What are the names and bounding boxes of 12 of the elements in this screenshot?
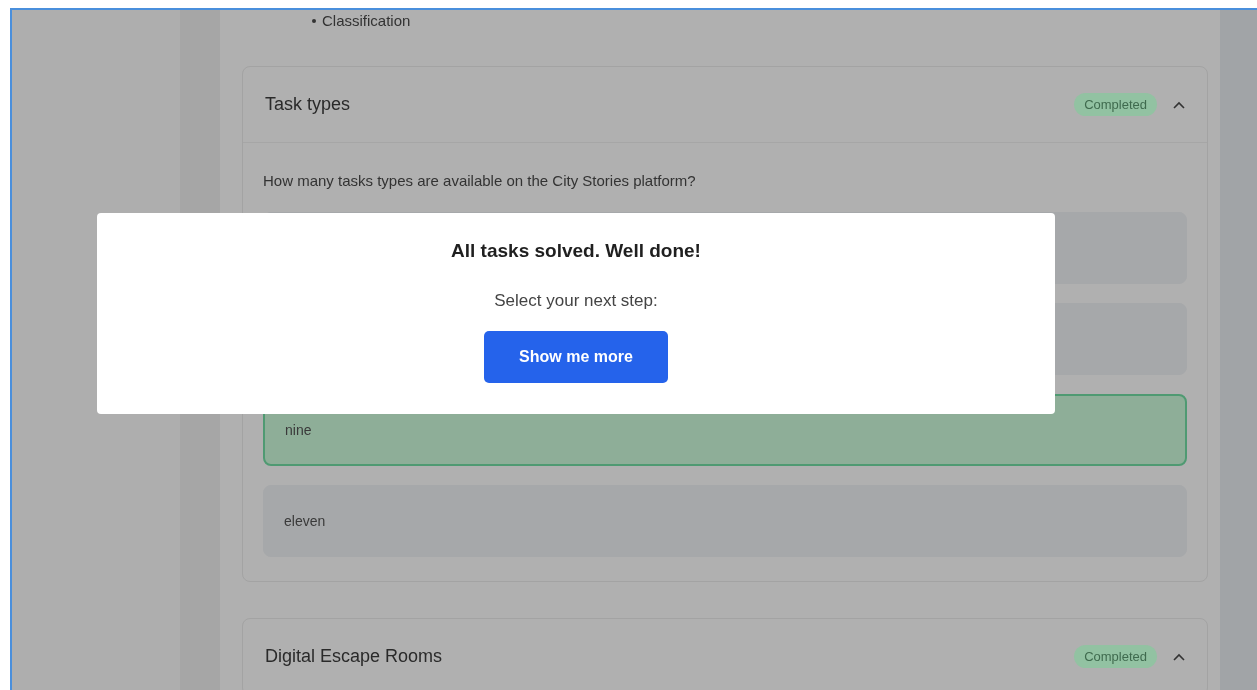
- show-more-button[interactable]: Show me more: [484, 331, 668, 383]
- list-item: Classification: [312, 12, 411, 30]
- status-badge: Completed: [1074, 93, 1157, 116]
- card-title: Digital Escape Rooms: [265, 646, 444, 667]
- answer-option[interactable]: eleven: [263, 485, 1187, 557]
- dialog-title: All tasks solved. Well done!: [451, 240, 701, 262]
- dialog-message: Select your next step:: [494, 291, 658, 311]
- chevron-up-icon[interactable]: [1173, 100, 1185, 109]
- chevron-up-icon[interactable]: [1173, 652, 1185, 661]
- status-badge: Completed: [1074, 645, 1157, 668]
- card-title: Task types: [265, 94, 352, 115]
- question-text: How many tasks types are available on the City Stories platform?: [263, 172, 697, 189]
